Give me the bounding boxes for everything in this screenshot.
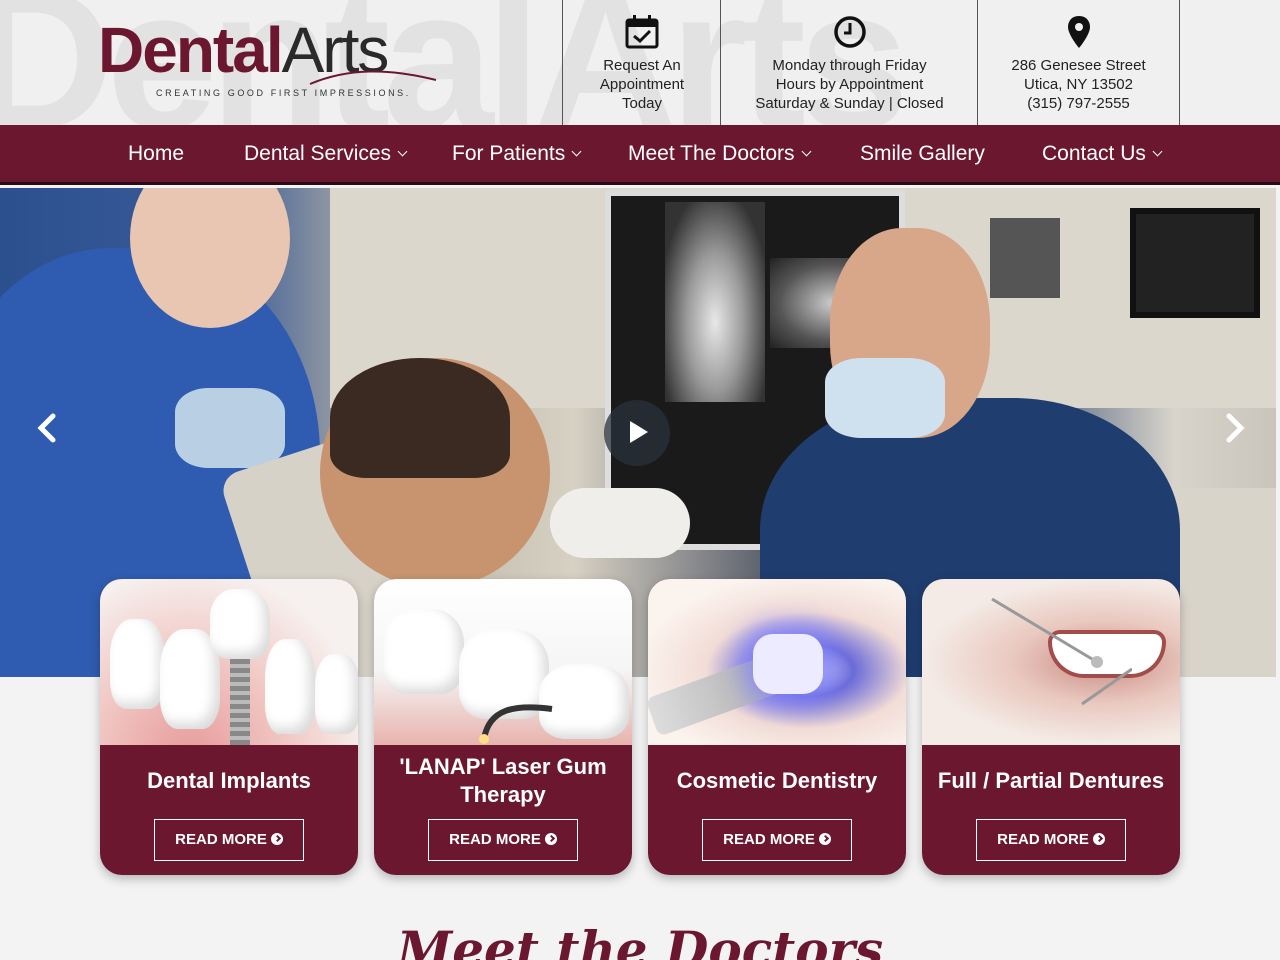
read-more-label: READ MORE (997, 831, 1089, 848)
dental-implants-image (100, 579, 358, 745)
appointment-line-2: Appointment (599, 76, 685, 93)
read-more-label: READ MORE (449, 831, 541, 848)
logo-swoosh-icon (309, 70, 437, 85)
chevron-circle-right-icon (270, 833, 283, 845)
address-street: 286 Genesee Street (1011, 57, 1146, 74)
clock-icon (833, 16, 866, 48)
site-header: DentalArts DentalArts CREATING GOOD FIRS… (0, 0, 1280, 125)
hero-picture-frame (1130, 208, 1260, 318)
nav-item-smile-gallery[interactable]: Smile Gallery (860, 125, 985, 183)
tooth-shape (265, 639, 315, 734)
address-phone[interactable]: (315) 797-2555 (978, 94, 1179, 113)
chevron-left-icon[interactable] (32, 413, 62, 443)
service-card-full-partial-dentures[interactable]: Full / Partial Dentures READ MORE (922, 579, 1180, 875)
hours-line-1: Monday through Friday (772, 57, 927, 74)
meet-the-doctors-heading: Meet the Doctors (396, 920, 884, 960)
hero-glove (550, 488, 690, 558)
read-more-button[interactable]: READ MORE (702, 819, 852, 861)
hero-assistant-mask (175, 388, 285, 468)
service-card-lanap-laser-gum-therapy[interactable]: 'LANAP' Laser Gum Therapy READ MORE (374, 579, 632, 875)
address-city: Utica, NY 13502 (1024, 76, 1133, 93)
map-pin-icon (1067, 16, 1090, 48)
office-hours-box: Monday through Friday Hours by Appointme… (720, 0, 978, 125)
chevron-right-icon[interactable] (1220, 413, 1250, 443)
chevron-circle-right-icon (1092, 833, 1105, 845)
service-title: 'LANAP' Laser Gum Therapy (399, 754, 607, 807)
tooth-shape (110, 619, 165, 709)
read-more-label: READ MORE (175, 831, 267, 848)
hero-xray-image (665, 202, 765, 402)
service-title: Cosmetic Dentistry (676, 768, 878, 793)
laser-probe-icon (479, 704, 553, 744)
hero-dentist-mask (825, 358, 945, 438)
crown-shape (210, 589, 270, 659)
nav-item-dental-services[interactable]: Dental Services (244, 125, 408, 183)
nav-item-label: Contact Us (1042, 142, 1146, 165)
nav-item-label: Dental Services (244, 142, 392, 165)
chevron-down-icon (801, 146, 811, 157)
implant-screw (230, 659, 250, 745)
tooth-shape (315, 654, 358, 734)
laser-gum-therapy-image (374, 579, 632, 745)
service-title: Full / Partial Dentures (937, 768, 1165, 793)
read-more-button[interactable]: READ MORE (154, 819, 304, 861)
nav-item-label: Meet The Doctors (628, 142, 795, 165)
chevron-circle-right-icon (818, 833, 831, 845)
logo-brand-bold: Dental (98, 14, 284, 86)
play-icon (630, 421, 648, 443)
cosmetic-dentistry-image (648, 579, 906, 745)
main-nav: Home Dental Services For Patients Meet T… (0, 125, 1280, 185)
play-button[interactable] (604, 400, 670, 466)
service-card-dental-implants[interactable]: Dental Implants READ MORE (100, 579, 358, 875)
hero-patient-hair (330, 358, 510, 478)
address-box[interactable]: 286 Genesee Street Utica, NY 13502 (315)… (977, 0, 1180, 125)
nav-item-label: Home (128, 142, 185, 165)
nav-item-label: For Patients (452, 142, 566, 165)
request-appointment-box[interactable]: Request An Appointment Today (562, 0, 721, 125)
chevron-circle-right-icon (544, 833, 557, 845)
nav-item-contact-us[interactable]: Contact Us (1042, 125, 1163, 183)
dental-mirror-icon (991, 597, 1132, 706)
logo-tagline: CREATING GOOD FIRST IMPRESSIONS. (156, 88, 411, 98)
service-card-cosmetic-dentistry[interactable]: Cosmetic Dentistry READ MORE (648, 579, 906, 875)
chevron-down-icon (1152, 146, 1163, 157)
read-more-label: READ MORE (723, 831, 815, 848)
tooth-shape (384, 609, 464, 694)
nav-item-label: Smile Gallery (860, 142, 985, 165)
whitening-light-head (753, 634, 823, 694)
hero-picture-frame (990, 218, 1060, 298)
appointment-line-1: Request An (603, 57, 681, 74)
chevron-down-icon (397, 146, 408, 157)
site-logo[interactable]: DentalArts CREATING GOOD FIRST IMPRESSIO… (98, 18, 458, 103)
read-more-button[interactable]: READ MORE (428, 819, 578, 861)
hours-line-2: Hours by Appointment (775, 76, 924, 93)
calendar-check-icon (625, 15, 659, 49)
read-more-button[interactable]: READ MORE (976, 819, 1126, 861)
hours-line-3: Saturday & Sunday | Closed (755, 95, 944, 112)
appointment-line-3: Today (621, 95, 663, 112)
nav-item-home[interactable]: Home (128, 125, 184, 183)
nav-item-for-patients[interactable]: For Patients (452, 125, 582, 183)
service-title: Dental Implants (147, 768, 311, 793)
dentures-image (922, 579, 1180, 745)
chevron-down-icon (571, 146, 582, 157)
nav-item-meet-the-doctors[interactable]: Meet The Doctors (628, 125, 811, 183)
